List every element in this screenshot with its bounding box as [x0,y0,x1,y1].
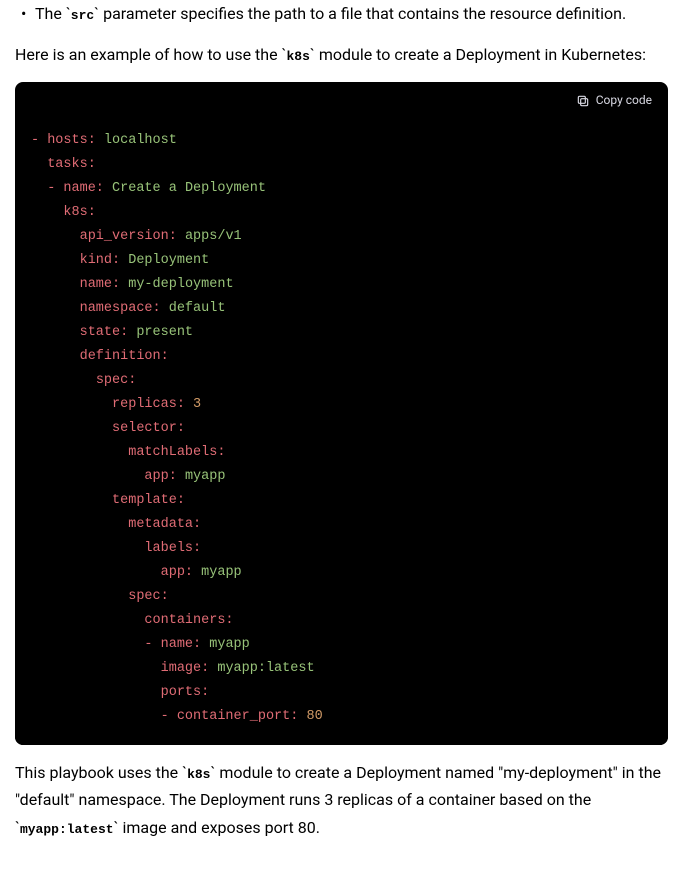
code-block-header: Copy code [15,82,668,118]
copy-code-button[interactable]: Copy code [596,90,652,110]
bullet-list: • The `src` parameter specifies the path… [15,0,668,27]
inline-code: k8s [286,49,309,64]
clipboard-icon[interactable] [576,94,590,108]
bullet-text: The `src` parameter specifies the path t… [35,0,668,27]
text: module to create a Deployment in Kuberne… [315,45,646,64]
outro-paragraph: This playbook uses the `k8s` module to c… [15,759,668,841]
bullet-dot: • [15,0,35,27]
text: image and exposes port 80. [119,818,320,837]
code-block: Copy code - hosts: localhost tasks: - na… [15,82,668,745]
code-body: - hosts: localhost tasks: - name: Create… [15,119,668,745]
inline-code: src [71,8,94,23]
text: Here is an example of how to use the [15,45,282,64]
text: The [35,4,66,23]
text: parameter specifies the path to a file t… [99,4,626,23]
text: This playbook uses the [15,763,182,782]
inline-code: myapp:latest [20,822,114,837]
intro-paragraph: Here is an example of how to use the `k8… [15,41,668,68]
inline-code: k8s [187,767,210,782]
list-item: • The `src` parameter specifies the path… [15,0,668,27]
